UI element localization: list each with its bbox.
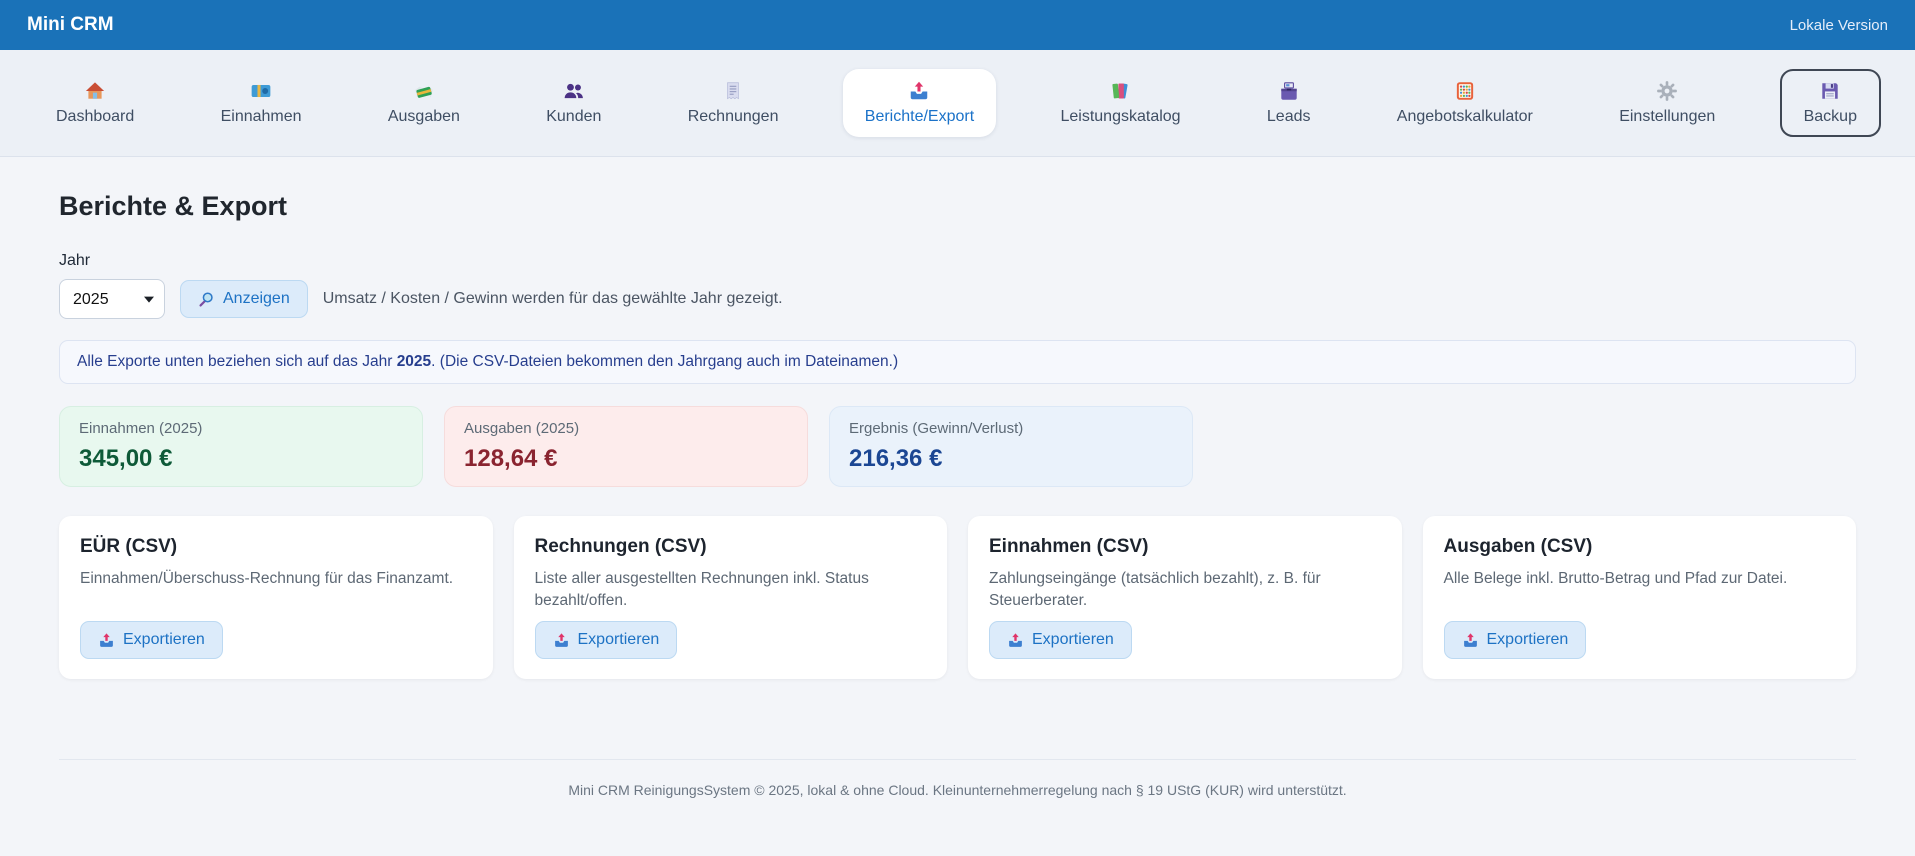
books-icon xyxy=(1110,80,1132,102)
export-card-description: Zahlungseingänge (tatsächlich bezahlt), … xyxy=(989,568,1381,613)
note-year: 2025 xyxy=(397,353,431,370)
nav-tab-label: Ausgaben xyxy=(388,108,460,126)
stat-value: 216,36 € xyxy=(849,445,1173,473)
outbox-tray-icon xyxy=(908,80,930,102)
backup-button[interactable]: Backup xyxy=(1780,69,1881,137)
export-ausgaben-button[interactable]: Exportieren xyxy=(1444,621,1587,659)
export-card-einnahmen: Einnahmen (CSV) Zahlungseingänge (tatsäc… xyxy=(968,516,1402,679)
page-title: Berichte & Export xyxy=(59,191,1856,222)
nav-tab-label: Angebotskalkulator xyxy=(1397,108,1533,126)
export-card-description: Alle Belege inkl. Brutto-Betrag und Pfad… xyxy=(1444,568,1836,590)
export-button-label: Exportieren xyxy=(123,631,205,649)
nav-tab-label: Backup xyxy=(1804,108,1857,126)
note-suffix: . (Die CSV-Dateien bekommen den Jahrgang… xyxy=(431,353,898,370)
nav-tab-einstellungen[interactable]: Einstellungen xyxy=(1597,69,1737,137)
nav-tab-label: Leads xyxy=(1267,108,1311,126)
nav-tab-label: Dashboard xyxy=(56,108,134,126)
users-icon xyxy=(563,80,585,102)
app-brand: Mini CRM xyxy=(27,14,114,36)
nav-tab-label: Kunden xyxy=(546,108,601,126)
export-card-title: Einnahmen (CSV) xyxy=(989,536,1381,558)
money-wings-icon xyxy=(413,80,435,102)
export-card-euer: EÜR (CSV) Einnahmen/Überschuss-Rechnung … xyxy=(59,516,493,679)
nav-tab-label: Einstellungen xyxy=(1619,108,1715,126)
stat-label: Ergebnis (Gewinn/Verlust) xyxy=(849,420,1173,437)
outbox-tray-icon xyxy=(98,632,115,649)
stat-value: 345,00 € xyxy=(79,445,403,473)
export-cards-row: EÜR (CSV) Einnahmen/Überschuss-Rechnung … xyxy=(59,516,1856,679)
top-bar: Mini CRM Lokale Version xyxy=(0,0,1915,50)
euro-banknote-icon xyxy=(250,80,272,102)
version-label: Lokale Version xyxy=(1790,17,1888,34)
export-card-description: Liste aller ausgestellten Rechnungen ink… xyxy=(535,568,927,613)
outbox-tray-icon xyxy=(1462,632,1479,649)
main-nav: Dashboard Einnahmen Ausgaben Kunden Rech… xyxy=(0,50,1915,157)
year-label: Jahr xyxy=(59,252,1856,270)
nav-tab-leads[interactable]: Leads xyxy=(1245,69,1333,137)
nav-tab-kunden[interactable]: Kunden xyxy=(524,69,623,137)
export-button-label: Exportieren xyxy=(1487,631,1569,649)
export-card-title: Ausgaben (CSV) xyxy=(1444,536,1836,558)
export-euer-button[interactable]: Exportieren xyxy=(80,621,223,659)
nav-tab-angebotskalkulator[interactable]: Angebotskalkulator xyxy=(1375,69,1555,137)
nav-tab-label: Rechnungen xyxy=(688,108,779,126)
export-card-ausgaben: Ausgaben (CSV) Alle Belege inkl. Brutto-… xyxy=(1423,516,1857,679)
nav-tab-label: Einnahmen xyxy=(221,108,302,126)
nav-tab-leistungskatalog[interactable]: Leistungskatalog xyxy=(1038,69,1202,137)
outbox-tray-icon xyxy=(553,632,570,649)
nav-tab-berichte-export[interactable]: Berichte/Export xyxy=(843,69,996,137)
stat-label: Ausgaben (2025) xyxy=(464,420,788,437)
note-prefix: Alle Exporte unten beziehen sich auf das… xyxy=(77,353,397,370)
nav-tab-dashboard[interactable]: Dashboard xyxy=(34,69,156,137)
show-year-button-label: Anzeigen xyxy=(223,290,290,308)
reports-export-page: Berichte & Export Jahr 2025 Anzeigen Ums… xyxy=(0,157,1915,820)
abacus-icon xyxy=(1454,80,1476,102)
year-select[interactable]: 2025 xyxy=(59,279,165,319)
export-rechnungen-button[interactable]: Exportieren xyxy=(535,621,678,659)
footer: Mini CRM ReinigungsSystem © 2025, lokal … xyxy=(59,759,1856,820)
nav-tab-einnahmen[interactable]: Einnahmen xyxy=(199,69,324,137)
export-info-note: Alle Exporte unten beziehen sich auf das… xyxy=(59,340,1856,384)
stat-value: 128,64 € xyxy=(464,445,788,473)
year-helper-text: Umsatz / Kosten / Gewinn werden für das … xyxy=(323,290,783,308)
nav-tab-label: Leistungskatalog xyxy=(1060,108,1180,126)
stat-card-ausgaben: Ausgaben (2025) 128,64 € xyxy=(444,406,808,487)
show-year-button[interactable]: Anzeigen xyxy=(180,280,308,318)
export-card-description: Einnahmen/Überschuss-Rechnung für das Fi… xyxy=(80,568,472,590)
ballot-box-icon xyxy=(1278,80,1300,102)
year-select-wrap: 2025 xyxy=(59,279,165,319)
outbox-tray-icon xyxy=(1007,632,1024,649)
house-icon xyxy=(84,80,106,102)
stat-card-ergebnis: Ergebnis (Gewinn/Verlust) 216,36 € xyxy=(829,406,1193,487)
stats-row: Einnahmen (2025) 345,00 € Ausgaben (2025… xyxy=(59,406,1856,487)
nav-tab-ausgaben[interactable]: Ausgaben xyxy=(366,69,482,137)
export-card-title: Rechnungen (CSV) xyxy=(535,536,927,558)
gear-icon xyxy=(1656,80,1678,102)
export-einnahmen-button[interactable]: Exportieren xyxy=(989,621,1132,659)
export-card-rechnungen: Rechnungen (CSV) Liste aller ausgestellt… xyxy=(514,516,948,679)
magnifier-icon xyxy=(198,291,215,308)
export-button-label: Exportieren xyxy=(1032,631,1114,649)
receipt-icon xyxy=(722,80,744,102)
export-button-label: Exportieren xyxy=(578,631,660,649)
stat-label: Einnahmen (2025) xyxy=(79,420,403,437)
nav-tab-label: Berichte/Export xyxy=(865,108,974,126)
floppy-disk-icon xyxy=(1819,80,1841,102)
export-card-title: EÜR (CSV) xyxy=(80,536,472,558)
footer-text: Mini CRM ReinigungsSystem © 2025, lokal … xyxy=(568,782,1346,798)
year-controls: 2025 Anzeigen Umsatz / Kosten / Gewinn w… xyxy=(59,279,1856,319)
stat-card-einnahmen: Einnahmen (2025) 345,00 € xyxy=(59,406,423,487)
nav-tab-rechnungen[interactable]: Rechnungen xyxy=(666,69,801,137)
